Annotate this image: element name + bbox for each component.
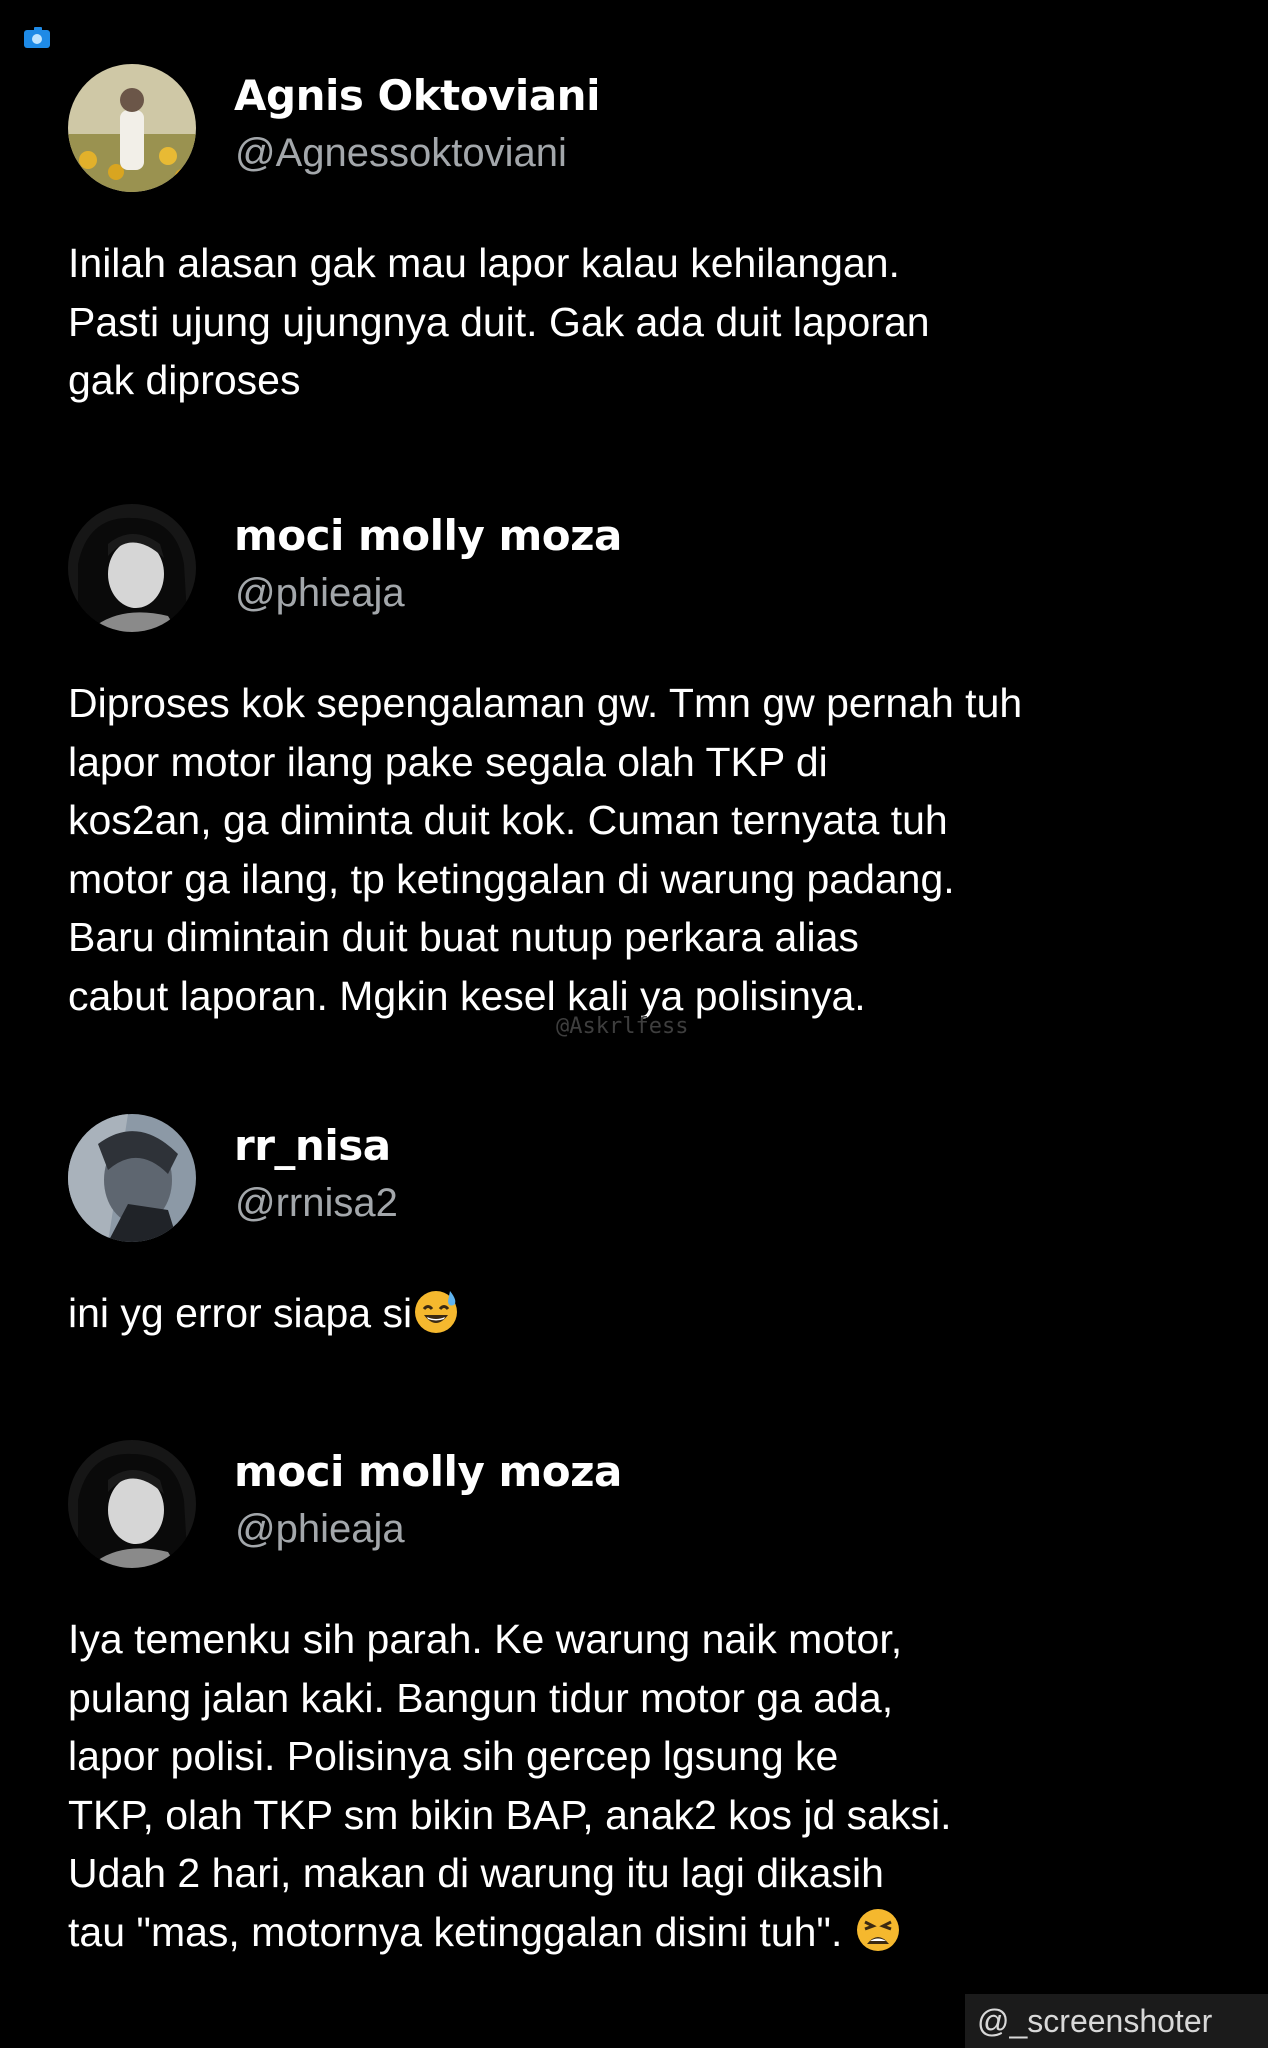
tweet-card: Agnis Oktoviani @Agnessoktoviani Inilah … (68, 64, 1218, 410)
tweet-card: moci molly moza @phieaja Iya temenku sih… (68, 1440, 1218, 1969)
avatar[interactable] (68, 1440, 196, 1568)
tweet-text-body: ini yg error siapa si (68, 1290, 413, 1336)
display-name[interactable]: moci molly moza (234, 1444, 622, 1500)
avatar[interactable] (68, 504, 196, 632)
display-name[interactable]: moci molly moza (234, 508, 622, 564)
grinning-sweat-emoji-icon (412, 1287, 460, 1351)
watermark-badge: @_screenshoter (965, 1994, 1268, 2048)
user-handle[interactable]: @phieaja (235, 1504, 405, 1554)
display-name[interactable]: Agnis Oktoviani (234, 68, 600, 124)
tweet-text: Inilah alasan gak mau lapor kalau kehila… (68, 240, 930, 403)
avatar[interactable] (68, 1114, 196, 1242)
tweet-text: ini yg error siapa si (68, 1284, 1218, 1351)
app-badge-icon (22, 26, 54, 52)
display-name[interactable]: rr_nisa (234, 1118, 391, 1174)
weary-face-emoji-icon (854, 1906, 902, 1970)
avatar[interactable] (68, 64, 196, 192)
watermark-text: @Askrlfess (556, 1014, 689, 1039)
user-handle[interactable]: @phieaja (235, 568, 405, 618)
tweet-text: Diproses kok sepengalaman gw. Tmn gw per… (68, 680, 1023, 1019)
tweet-text: Iya temenku sih parah. Ke warung naik mo… (68, 1610, 1218, 1969)
tweet-text-body: Iya temenku sih parah. Ke warung naik mo… (68, 1616, 952, 1955)
tweet-card: rr_nisa @rrnisa2 ini yg error siapa si (68, 1114, 1218, 1351)
user-handle[interactable]: @rrnisa2 (235, 1178, 398, 1228)
tweet-card: moci molly moza @phieaja Diproses kok se… (68, 504, 1218, 1025)
user-handle[interactable]: @Agnessoktoviani (235, 128, 567, 178)
